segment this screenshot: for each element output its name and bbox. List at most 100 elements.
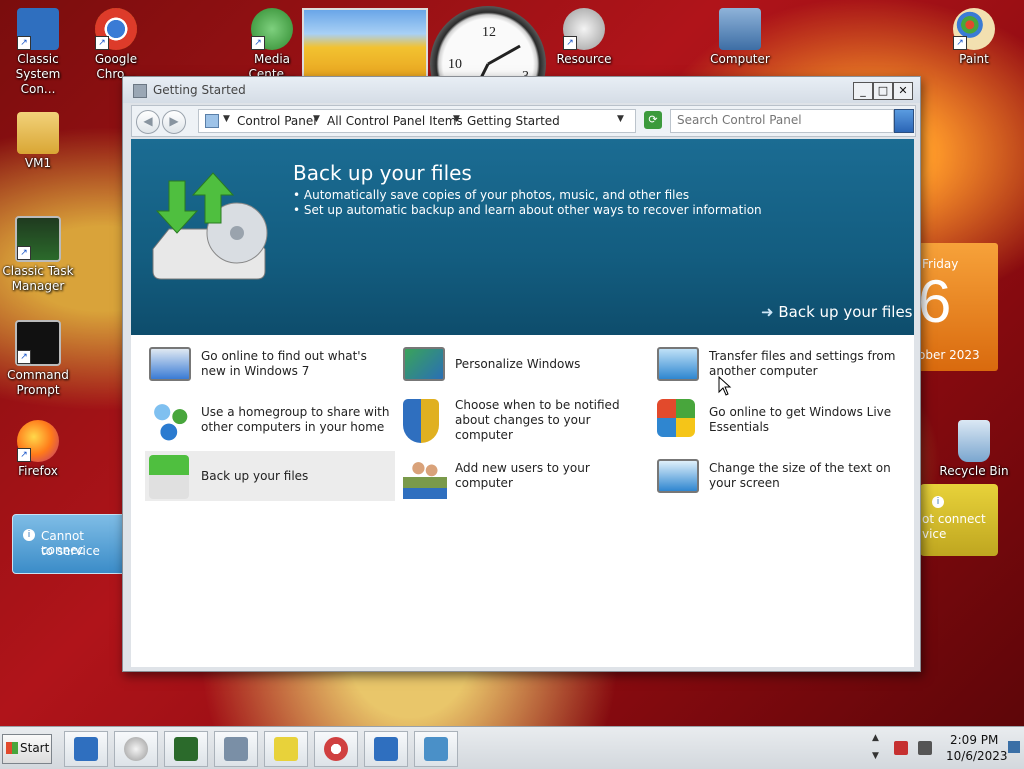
desktop-icon-command-prompt[interactable]: ↗ Command Prompt <box>0 320 76 398</box>
volume-muted-icon[interactable] <box>918 741 932 755</box>
arrow-right-icon: ➜ <box>761 303 774 321</box>
breadcrumb-control-panel[interactable]: Control Panel <box>237 114 317 128</box>
taskbar-system-config[interactable] <box>64 731 108 767</box>
notice-text: to service <box>41 544 100 558</box>
taskbar-task-manager[interactable] <box>164 731 208 767</box>
slideshow-gadget[interactable] <box>302 8 428 80</box>
desktop-icon-recycle-bin[interactable]: Recycle Bin <box>936 420 1012 479</box>
taskbar-sticky-notes[interactable] <box>264 731 308 767</box>
calculator-icon <box>224 737 248 761</box>
task-notifications[interactable]: Choose when to be notified about changes… <box>399 395 649 445</box>
start-label: Start <box>20 741 50 755</box>
task-personalize[interactable]: Personalize Windows <box>399 339 649 389</box>
calendar-date: 6 <box>918 268 952 335</box>
desktop-icon-chrome[interactable]: ↗ Google Chro... <box>78 8 154 82</box>
desktop-icon-label: Paint <box>959 52 989 66</box>
task-manager-icon: ↗ <box>15 216 61 262</box>
info-icon: i <box>23 529 35 541</box>
control-panel-icon <box>205 114 219 128</box>
desktop-icon-system-config[interactable]: ↗ Classic System Con... <box>0 8 76 97</box>
taskbar-remote-desktop[interactable] <box>364 731 408 767</box>
weather-gadget-left[interactable]: i Cannot connec to service <box>12 514 126 574</box>
task-manager-icon <box>174 737 198 761</box>
task-label: Go online to find out what's new in Wind… <box>201 349 367 378</box>
command-prompt-icon: ↗ <box>15 320 61 366</box>
back-button[interactable]: ◀ <box>136 110 160 134</box>
taskbar-calculator[interactable] <box>214 731 258 767</box>
task-text-size[interactable]: Change the size of the text on your scre… <box>653 451 903 501</box>
notice-text: vice <box>922 527 947 541</box>
banner-title: Back up your files <box>293 161 472 185</box>
banner-action-label: Back up your files <box>778 303 913 321</box>
monitor-windows-icon <box>149 347 191 381</box>
taskbar-resource-monitor[interactable] <box>114 731 158 767</box>
desktop-icon-firefox[interactable]: ↗ Firefox <box>0 420 76 479</box>
forward-button[interactable]: ▶ <box>162 110 186 134</box>
banner-bullet: • Set up automatic backup and learn abou… <box>293 203 762 217</box>
notice-text: ot connect <box>922 512 986 526</box>
computer-icon <box>719 8 761 50</box>
svg-text:10: 10 <box>448 57 462 72</box>
task-transfer[interactable]: Transfer files and settings from another… <box>653 339 903 389</box>
clock-date[interactable]: 10/6/2023 <box>946 749 1008 763</box>
search-input[interactable] <box>671 110 893 130</box>
desktop-icon-paint[interactable]: ↗ Paint <box>936 8 1012 67</box>
banner: Back up your files • Automatically save … <box>131 139 914 335</box>
recycle-bin-icon <box>958 420 990 462</box>
task-add-users[interactable]: Add new users to your computer <box>399 451 649 501</box>
content-pane: Back up your files • Automatically save … <box>131 139 914 667</box>
personalize-monitor-icon <box>403 347 445 381</box>
desktop-icon-media-center[interactable]: ↗ Media Cente... <box>234 8 310 82</box>
task-label: Choose when to be notified about changes… <box>455 397 620 442</box>
windows-logo-icon <box>6 742 18 754</box>
desktop-icon-label: Command Prompt <box>7 368 69 397</box>
address-bar[interactable]: ▼ Control Panel ▼ All Control Panel Item… <box>198 109 636 133</box>
mouse-cursor-icon <box>718 376 732 396</box>
task-backup[interactable]: Back up your files <box>145 451 395 501</box>
desktop-icon-label: Firefox <box>18 464 58 478</box>
breadcrumb-getting-started[interactable]: Getting Started <box>467 114 560 128</box>
chevron-down-icon[interactable]: ▼ <box>223 114 230 124</box>
chevron-down-icon[interactable]: ▼ <box>313 114 320 124</box>
task-label: Transfer files and settings from another… <box>709 349 896 378</box>
breadcrumb-all-items[interactable]: All Control Panel Items <box>327 114 463 128</box>
action-center-icon[interactable] <box>894 741 908 755</box>
snipping-tool-icon <box>324 737 348 761</box>
task-homegroup[interactable]: Use a homegroup to share with other comp… <box>145 395 395 445</box>
search-icon[interactable] <box>894 109 914 133</box>
folder-icon <box>17 112 59 154</box>
desktop-icon-label: Recycle Bin <box>939 464 1009 478</box>
address-dropdown-icon[interactable]: ▼ <box>617 114 624 124</box>
tray-scroll-down-icon[interactable]: ▼ <box>872 751 879 761</box>
task-live-essentials[interactable]: Go online to get Windows Live Essentials <box>653 395 903 445</box>
taskbar-control-panel[interactable] <box>414 731 458 767</box>
start-button[interactable]: Start <box>2 734 52 764</box>
chevron-down-icon[interactable]: ▼ <box>453 114 460 124</box>
taskbar: Start ▲ ▼ 2:09 PM 10/6/2023 <box>0 726 1024 769</box>
desktop-icon-resource[interactable]: ↗ Resource <box>546 8 622 67</box>
refresh-button[interactable]: ⟳ <box>644 111 662 129</box>
tray-scroll-up-icon[interactable]: ▲ <box>872 733 879 743</box>
desktop-icon-vm1[interactable]: VM1 <box>0 112 76 171</box>
search-box[interactable] <box>670 109 894 133</box>
desktop-icon-computer[interactable]: Computer <box>702 8 778 67</box>
clock-time[interactable]: 2:09 PM <box>950 733 998 747</box>
backup-files-link[interactable]: ➜ Back up your files <box>761 303 913 321</box>
taskbar-snipping-tool[interactable] <box>314 731 358 767</box>
title-bar[interactable]: Getting Started _ □ ✕ <box>123 77 920 103</box>
show-desktop-icon[interactable] <box>1008 741 1020 753</box>
task-whats-new[interactable]: Go online to find out what's new in Wind… <box>145 339 395 389</box>
task-label: Back up your files <box>201 468 309 483</box>
close-button[interactable]: ✕ <box>893 82 913 100</box>
calendar-gadget[interactable]: Friday 6 ober 2023 <box>918 243 998 371</box>
homegroup-icon <box>149 399 193 443</box>
minimize-button[interactable]: _ <box>853 82 873 100</box>
desktop-icon-task-manager[interactable]: ↗ Classic Task Manager <box>0 216 76 294</box>
sticky-notes-icon <box>274 737 298 761</box>
media-center-icon: ↗ <box>251 8 293 50</box>
firefox-icon: ↗ <box>17 420 59 462</box>
paint-palette-icon: ↗ <box>953 8 995 50</box>
weather-gadget-right[interactable]: i ot connect vice <box>920 484 998 556</box>
maximize-button[interactable]: □ <box>873 82 893 100</box>
desktop-icon-label: VM1 <box>24 156 52 170</box>
